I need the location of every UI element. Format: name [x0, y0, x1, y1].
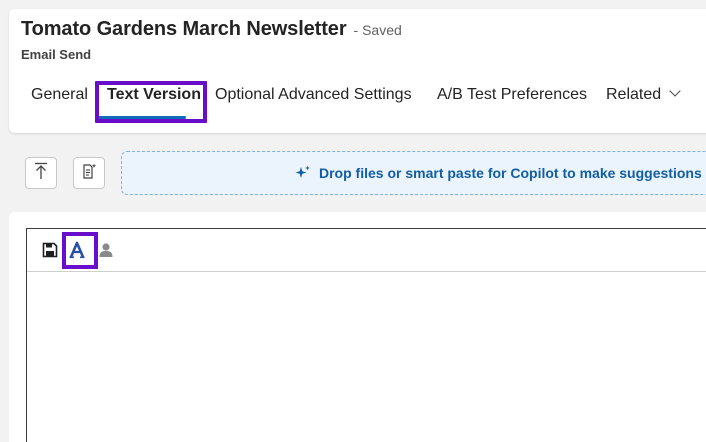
save-icon[interactable]: [41, 241, 59, 259]
tab-related-label: Related: [606, 86, 662, 103]
tab-highlight-box: [95, 81, 207, 123]
tab-ab-test-preferences[interactable]: A/B Test Preferences: [437, 74, 587, 116]
saved-status: - Saved: [353, 22, 402, 38]
text-editor: [26, 228, 706, 442]
smart-paste-button[interactable]: [73, 157, 105, 189]
tab-optional-advanced-settings[interactable]: Optional Advanced Settings: [215, 74, 412, 116]
tab-related[interactable]: Related: [606, 74, 681, 116]
editor-toolbar: [27, 229, 706, 272]
upload-button[interactable]: [25, 157, 57, 189]
entity-type-label: Email Send: [21, 47, 92, 62]
drop-zone-text: Drop files or smart paste for Copilot to…: [319, 165, 702, 181]
editor-body[interactable]: [27, 272, 706, 442]
font-icon-highlight-box: [62, 232, 98, 269]
personalize-icon[interactable]: [97, 241, 115, 259]
copilot-sparkle-icon: [295, 165, 311, 181]
record-title: Tomato Gardens March Newsletter: [21, 18, 347, 40]
smart-paste-icon: [80, 162, 98, 185]
chevron-down-icon: [669, 85, 681, 97]
title-row: Tomato Gardens March Newsletter - Saved: [21, 18, 402, 41]
copilot-drop-zone[interactable]: Drop files or smart paste for Copilot to…: [121, 151, 706, 195]
upload-icon: [33, 162, 49, 185]
tab-general[interactable]: General: [31, 74, 88, 116]
